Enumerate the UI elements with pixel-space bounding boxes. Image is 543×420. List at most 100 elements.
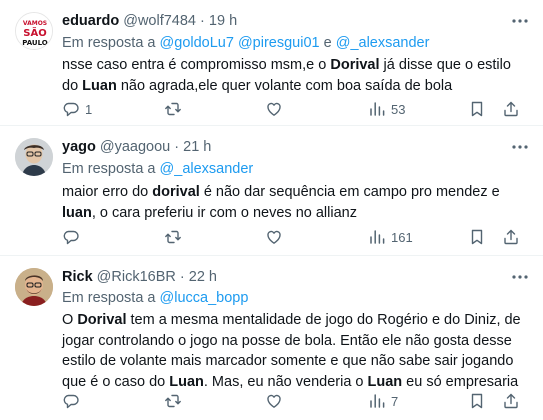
views-button[interactable]: 161 xyxy=(368,227,413,247)
avatar-text-3: PAULO xyxy=(22,39,48,47)
views-icon xyxy=(370,394,385,408)
avatar-person-image xyxy=(15,268,53,306)
tweet-time[interactable]: 19 h xyxy=(209,13,237,29)
retweet-icon xyxy=(165,102,181,116)
heart-icon xyxy=(267,102,281,116)
tweet-text-part: , o cara preferiu ir com o neves no alli… xyxy=(91,204,357,221)
tweet-text: nsse caso entra é compromisso msm,e o Do… xyxy=(62,55,531,96)
reply-separator: e xyxy=(319,35,336,51)
share-icon xyxy=(504,101,518,117)
separator-dot: · xyxy=(200,13,205,29)
separator-dot: · xyxy=(179,269,185,285)
tweet-text-part: . Mas, eu não venderia o xyxy=(203,373,368,390)
tweet-feed: VAMOS SÃO PAULO eduardo @wolf7484 · 19 h… xyxy=(0,0,543,420)
tweet-text-bold: Luan xyxy=(367,373,403,390)
like-button[interactable] xyxy=(265,99,288,119)
retweet-button[interactable] xyxy=(164,391,187,411)
mention-link[interactable]: @_alexsander xyxy=(160,161,254,177)
author-handle[interactable]: @Rick16BR xyxy=(97,269,176,285)
reply-button[interactable] xyxy=(62,391,85,411)
bookmark-button[interactable] xyxy=(468,99,486,119)
mention-link[interactable]: @lucca_bopp xyxy=(160,290,249,306)
reply-icon xyxy=(63,230,79,245)
avatar-sao-paulo-logo: VAMOS SÃO PAULO xyxy=(16,13,52,49)
tweet-text: O Dorival tem a mesma mentalidade de jog… xyxy=(62,310,531,392)
author-name[interactable]: Rick xyxy=(62,269,93,285)
more-icon[interactable] xyxy=(511,138,529,156)
bookmark-icon xyxy=(471,229,483,245)
tweet-text-part: maior erro do xyxy=(62,184,153,200)
more-icon[interactable] xyxy=(511,268,529,286)
share-icon xyxy=(504,229,518,245)
like-button[interactable] xyxy=(265,391,288,411)
like-button[interactable] xyxy=(265,227,288,247)
tweet-eduardo[interactable]: VAMOS SÃO PAULO eduardo @wolf7484 · 19 h… xyxy=(0,0,543,126)
tweet-rick[interactable]: Rick @Rick16BR · 22 h Em resposta a @luc… xyxy=(0,256,543,420)
view-count: 161 xyxy=(391,229,413,245)
views-icon xyxy=(370,230,385,244)
tweet-content: eduardo @wolf7484 · 19 h Em resposta a @… xyxy=(62,11,531,96)
bookmark-icon xyxy=(471,393,483,409)
mention-link[interactable]: @goldoLu7 xyxy=(160,35,234,51)
tweet-text-bold: dorival xyxy=(152,184,200,200)
avatar-person-image xyxy=(15,138,53,176)
avatar[interactable] xyxy=(15,138,53,176)
tweet-yago[interactable]: yago @yaagoou · 21 h Em resposta a @_ale… xyxy=(0,126,543,256)
more-icon[interactable] xyxy=(511,12,529,30)
views-button[interactable]: 53 xyxy=(368,99,405,119)
bookmark-icon xyxy=(471,101,483,117)
tweet-text-part: eu só empresaria xyxy=(402,373,519,390)
tweet-time[interactable]: 21 h xyxy=(183,139,211,155)
retweet-button[interactable] xyxy=(164,227,187,247)
reply-button[interactable] xyxy=(62,227,85,247)
author-handle[interactable]: @yaagoou xyxy=(100,139,170,155)
tweet-text-bold: Luan xyxy=(169,373,204,390)
tweet-text: maior erro do dorival é não dar sequênci… xyxy=(62,182,531,223)
bookmark-button[interactable] xyxy=(468,227,486,247)
share-icon xyxy=(504,393,518,409)
share-button[interactable] xyxy=(502,99,520,119)
retweet-button[interactable] xyxy=(164,99,187,119)
retweet-icon xyxy=(165,394,181,408)
tweet-text-part: O xyxy=(62,312,78,328)
tweet-content: Rick @Rick16BR · 22 h Em resposta a @luc… xyxy=(62,267,531,392)
avatar-text-2: SÃO xyxy=(23,26,46,39)
reply-prefix: Em resposta a xyxy=(62,290,156,306)
tweet-text-bold: luan xyxy=(62,204,92,221)
reply-button[interactable]: 1 xyxy=(62,99,92,119)
views-button[interactable]: 7 xyxy=(368,391,398,411)
tweet-actions: 161 xyxy=(62,227,531,247)
tweet-text-part: nsse caso entra é compromisso msm,e o xyxy=(62,57,331,73)
share-button[interactable] xyxy=(502,227,520,247)
reply-icon xyxy=(63,102,79,117)
retweet-icon xyxy=(165,230,181,244)
avatar[interactable]: VAMOS SÃO PAULO xyxy=(15,12,53,50)
tweet-text-part: não agrada,ele quer volante com boa saíd… xyxy=(116,77,453,94)
heart-icon xyxy=(267,230,281,244)
reply-context: Em resposta a @lucca_bopp xyxy=(62,288,531,309)
mention-link[interactable]: @piresgui01 xyxy=(238,35,320,51)
views-icon xyxy=(370,102,385,116)
bookmark-button[interactable] xyxy=(468,391,486,411)
reply-icon xyxy=(63,394,79,409)
reply-count: 1 xyxy=(85,101,93,117)
avatar-text-1: VAMOS xyxy=(23,20,47,27)
tweet-actions: 7 xyxy=(62,391,531,411)
author-name[interactable]: eduardo xyxy=(62,13,119,29)
tweet-text-part: é não dar sequência em campo pro mendez … xyxy=(199,184,500,200)
share-button[interactable] xyxy=(502,391,520,411)
view-count: 53 xyxy=(391,101,406,117)
heart-icon xyxy=(267,394,281,408)
tweet-actions: 1 53 xyxy=(62,99,531,119)
mention-link[interactable]: @_alexsander xyxy=(336,35,430,51)
reply-prefix: Em resposta a xyxy=(62,35,156,51)
tweet-header: Rick @Rick16BR · 22 h xyxy=(62,267,531,287)
author-name[interactable]: yago xyxy=(62,139,96,155)
tweet-time[interactable]: 22 h xyxy=(189,269,217,285)
author-handle[interactable]: @wolf7484 xyxy=(123,13,196,29)
avatar[interactable] xyxy=(15,268,53,306)
tweet-header: yago @yaagoou · 21 h xyxy=(62,137,531,157)
view-count: 7 xyxy=(391,393,399,409)
tweet-text-bold: Luan xyxy=(82,77,117,94)
tweet-text-bold: Dorival xyxy=(77,312,127,328)
